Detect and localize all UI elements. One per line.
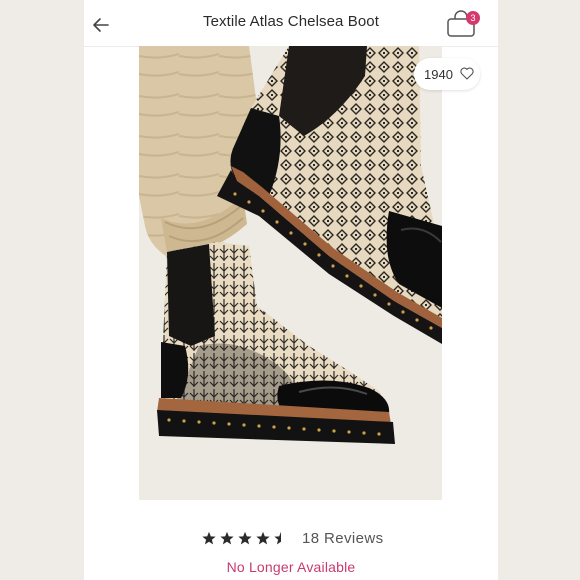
page-title: Textile Atlas Chelsea Boot bbox=[202, 13, 380, 30]
rating-row[interactable]: 18 Reviews bbox=[84, 528, 498, 550]
reviews-count[interactable]: 18 Reviews bbox=[302, 530, 384, 547]
availability-status: No Longer Available bbox=[226, 559, 356, 575]
boots-photo bbox=[139, 46, 442, 500]
star-full-icon bbox=[220, 531, 234, 545]
like-button[interactable]: 1940 bbox=[414, 58, 480, 90]
heart-outline-icon bbox=[460, 67, 474, 80]
back-arrow-icon[interactable] bbox=[88, 12, 114, 38]
star-full-icon bbox=[238, 531, 252, 545]
cart-count-badge: 3 bbox=[466, 11, 480, 25]
like-count: 1940 bbox=[424, 67, 453, 82]
star-full-icon bbox=[202, 531, 216, 545]
app-screen: Textile Atlas Chelsea Boot 3 1940 18 Rev… bbox=[84, 0, 498, 580]
product-image[interactable] bbox=[139, 46, 442, 500]
star-half-icon bbox=[274, 531, 281, 545]
star-full-icon bbox=[256, 531, 270, 545]
star-rating bbox=[202, 531, 281, 545]
top-bar: Textile Atlas Chelsea Boot 3 bbox=[84, 0, 498, 47]
